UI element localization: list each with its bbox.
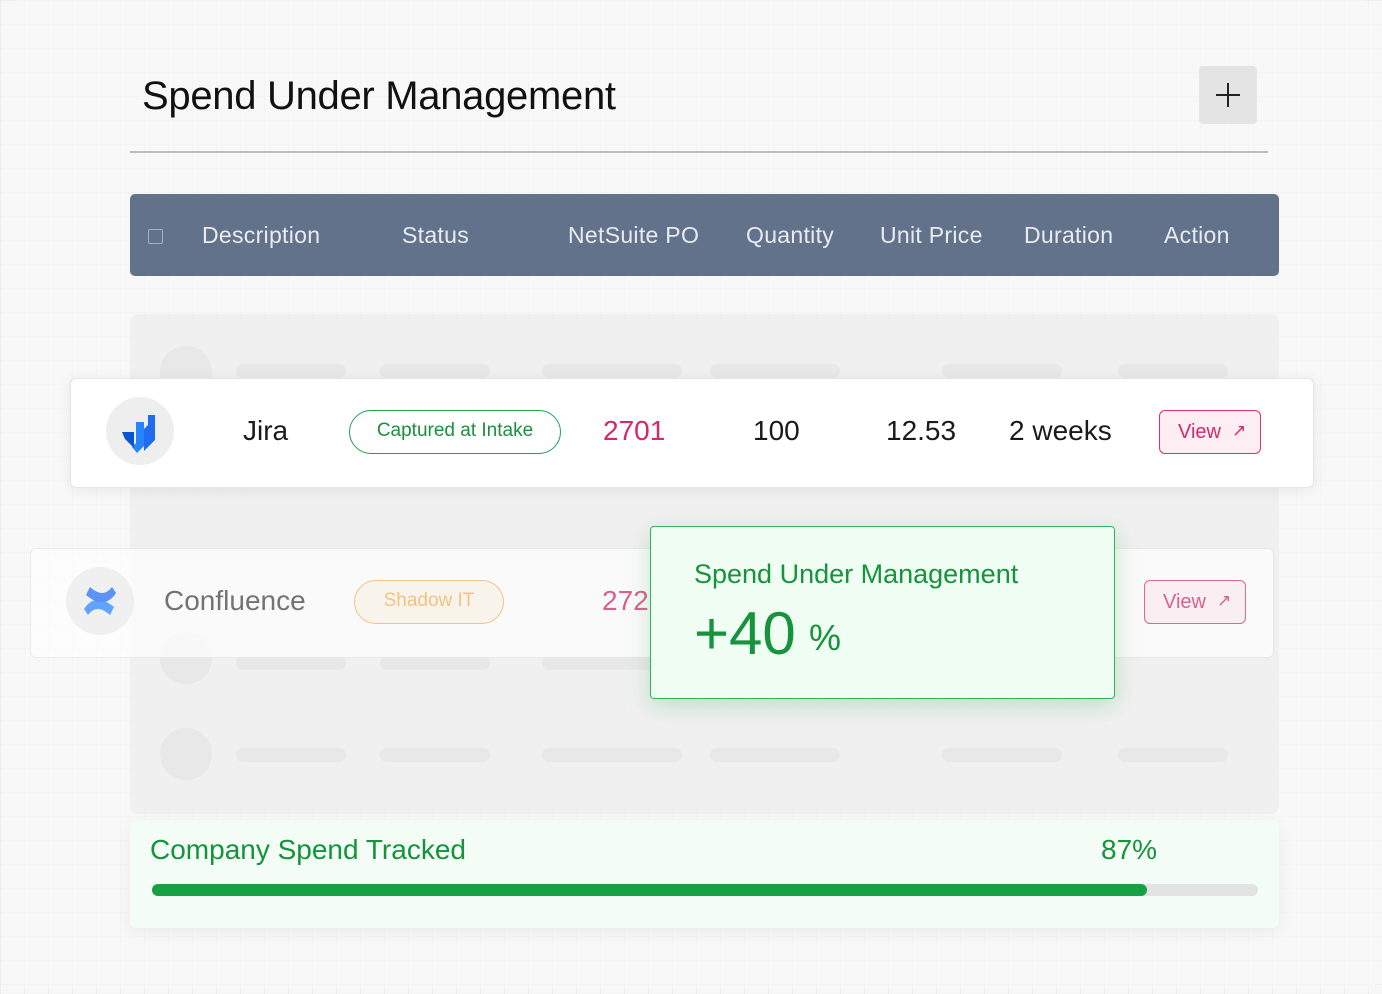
column-header-unit-price[interactable]: Unit Price [880,222,983,249]
jira-logo-icon [106,397,174,465]
progress-fill [152,884,1148,896]
popup-unit: % [809,617,842,658]
table-header: Description Status NetSuite PO Quantity … [130,194,1279,276]
tracker-label: Company Spend Tracked [150,834,466,865]
status-badge: Shadow IT [354,580,504,624]
column-header-action[interactable]: Action [1164,222,1230,249]
arrow-up-right-icon: ↗ [1232,421,1247,440]
netsuite-po-value: 2701 [603,415,666,446]
tracker-percent: 87% [1101,834,1158,865]
column-header-description[interactable]: Description [202,222,320,249]
select-all-checkbox[interactable] [148,229,163,244]
divider [130,151,1268,153]
column-header-quantity[interactable]: Quantity [746,222,834,249]
unit-price-value: 12.53 [886,415,957,446]
popup-label: Spend Under Management [694,559,1019,589]
arrow-up-right-icon: ↗ [1217,591,1232,610]
quantity-value: 100 [753,415,800,446]
table-row-jira[interactable]: Jira Captured at Intake 2701 100 12.53 2… [70,378,1314,488]
company-spend-tracker: Company Spend Tracked 87% [130,820,1279,928]
row-description: Jira [243,415,289,446]
view-button[interactable]: View ↗ [1159,410,1261,454]
row-description: Confluence [164,585,306,616]
netsuite-po-value: 272 [602,585,649,616]
page-title: Spend Under Management [142,74,616,118]
view-label: View [1163,591,1206,613]
spend-under-management-popup: Spend Under Management +40 % [650,526,1115,699]
add-button[interactable] [1199,66,1257,124]
column-header-duration[interactable]: Duration [1024,222,1113,249]
column-header-netsuite-po[interactable]: NetSuite PO [568,222,699,249]
column-header-status[interactable]: Status [402,222,469,249]
confluence-logo-icon [66,567,134,635]
view-button[interactable]: View ↗ [1144,580,1246,624]
popup-value: +40 [694,600,796,667]
progress-track [152,884,1258,896]
view-label: View [1178,421,1221,443]
duration-value: 2 weeks [1009,415,1112,446]
status-badge: Captured at Intake [349,410,561,454]
